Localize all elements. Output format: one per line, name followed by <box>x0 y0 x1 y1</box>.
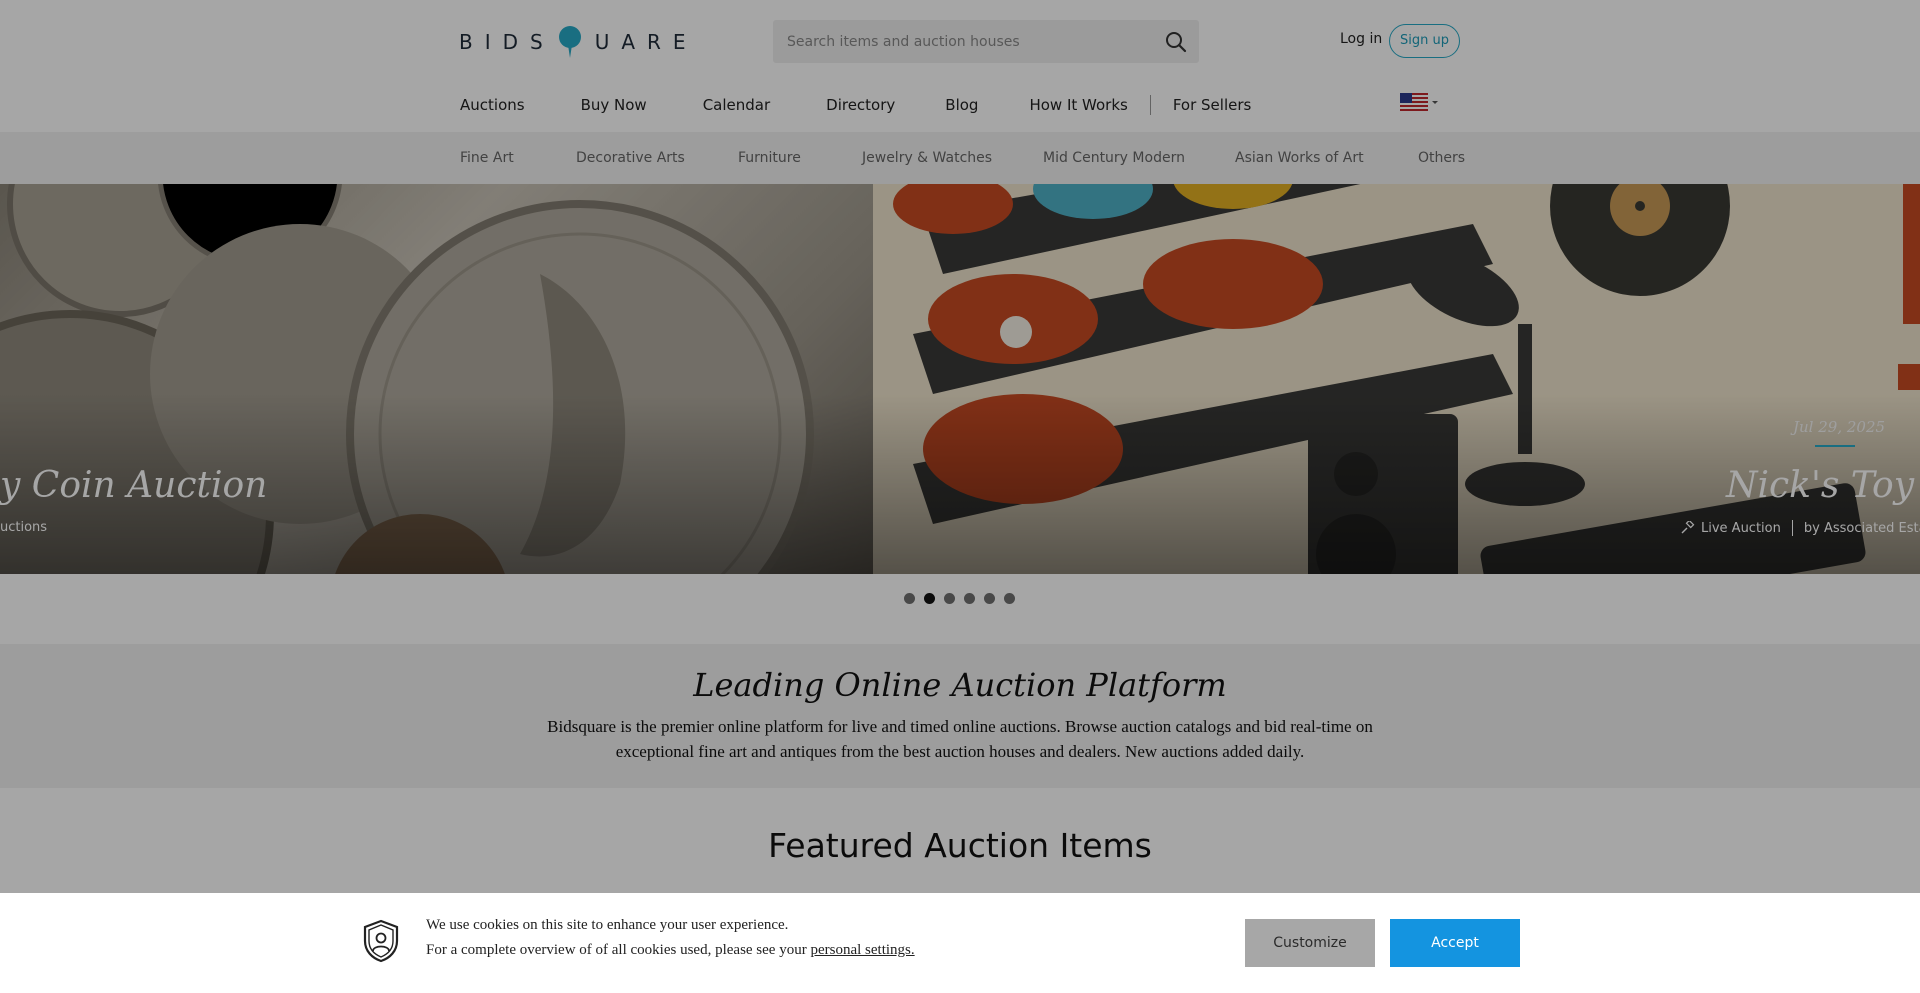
cookie-dim-overlay <box>0 0 1920 893</box>
cookie-banner: We use cookies on this site to enhance y… <box>0 893 1920 993</box>
personal-settings-link[interactable]: personal settings. <box>810 942 914 958</box>
customize-button[interactable]: Customize <box>1245 919 1375 967</box>
cookie-message: We use cookies on this site to enhance y… <box>426 917 789 933</box>
cookie-overview-text: For a complete overview of of all cookie… <box>426 942 915 959</box>
accept-button[interactable]: Accept <box>1390 919 1520 967</box>
shield-lock-icon <box>362 919 400 963</box>
cookie-overview-prefix: For a complete overview of of all cookie… <box>426 942 807 958</box>
